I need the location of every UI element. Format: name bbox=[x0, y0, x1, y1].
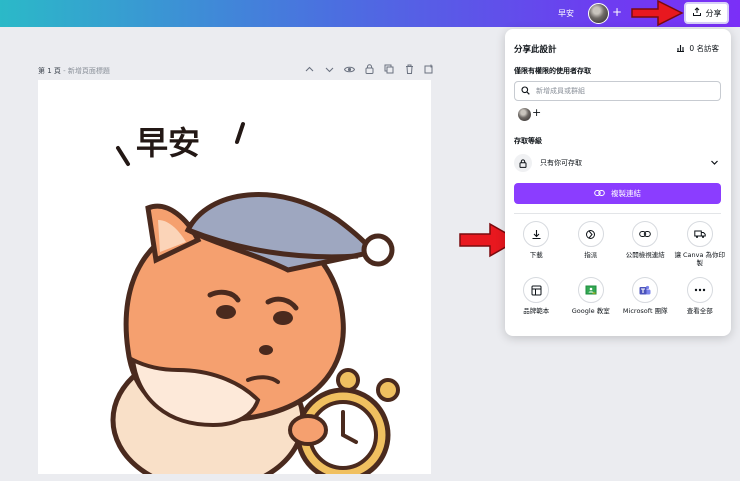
search-input[interactable] bbox=[536, 87, 706, 95]
upload-icon bbox=[692, 7, 702, 19]
page-toolbar bbox=[303, 63, 435, 75]
google-classroom-option[interactable]: Google 教室 bbox=[564, 277, 619, 315]
assign-icon bbox=[577, 221, 604, 247]
add-member-button[interactable]: + bbox=[532, 106, 541, 119]
share-button-label: 分享 bbox=[705, 8, 722, 18]
access-section-label: 存取等級 bbox=[514, 137, 542, 145]
link-icon bbox=[632, 221, 659, 247]
add-collaborator-button[interactable]: + bbox=[612, 5, 622, 19]
assign-option[interactable]: 指派 bbox=[564, 221, 619, 267]
template-icon bbox=[523, 277, 550, 303]
brand-template-option[interactable]: 品牌範本 bbox=[509, 277, 564, 315]
red-arrow-icon bbox=[631, 0, 684, 27]
chevron-down-icon[interactable] bbox=[323, 63, 335, 75]
share-options: 下載 指派 公開檢視連結 讓 Canva 為你印製 品牌範本 Google 教室… bbox=[509, 221, 727, 315]
search-icon bbox=[521, 85, 530, 97]
share-panel-title: 分享此設計 bbox=[514, 45, 557, 55]
chevron-down-icon bbox=[710, 158, 719, 169]
more-icon bbox=[686, 277, 713, 303]
truck-icon bbox=[686, 221, 713, 247]
greeting-text: 早安 bbox=[136, 124, 200, 162]
lock-icon bbox=[514, 154, 532, 172]
google-classroom-icon bbox=[577, 277, 604, 303]
teams-icon bbox=[632, 277, 659, 303]
bar-chart-icon bbox=[676, 43, 685, 54]
duplicate-icon[interactable] bbox=[383, 63, 395, 75]
page-label: 第 1 頁 - 新增頁面標題 bbox=[38, 67, 110, 75]
people-section-label: 僅限有權限的使用者存取 bbox=[514, 67, 591, 75]
print-option[interactable]: 讓 Canva 為你印製 bbox=[673, 221, 728, 267]
eye-icon[interactable] bbox=[343, 63, 355, 75]
design-canvas[interactable]: 早安 bbox=[38, 80, 431, 474]
member-avatar[interactable] bbox=[518, 108, 531, 121]
divider bbox=[514, 213, 721, 214]
public-view-link-option[interactable]: 公開檢視連結 bbox=[618, 221, 673, 267]
access-level-value: 只有你可存取 bbox=[540, 159, 582, 167]
user-avatar[interactable] bbox=[588, 3, 609, 24]
page-title-input[interactable]: 新增頁面標題 bbox=[68, 67, 110, 75]
visitor-count[interactable]: 0 名訪客 bbox=[676, 43, 719, 54]
chevron-up-icon[interactable] bbox=[303, 63, 315, 75]
see-all-option[interactable]: 查看全部 bbox=[673, 277, 728, 315]
lock-icon[interactable] bbox=[363, 63, 375, 75]
microsoft-teams-option[interactable]: Microsoft 團隊 bbox=[618, 277, 673, 315]
search-box[interactable] bbox=[514, 81, 721, 101]
copy-link-button[interactable]: 複製連結 bbox=[514, 183, 721, 204]
share-panel: 分享此設計 0 名訪客 僅限有權限的使用者存取 + 存取等級 只有你可存取 複製… bbox=[505, 29, 731, 336]
download-option[interactable]: 下載 bbox=[509, 221, 564, 267]
page-number: 第 1 頁 bbox=[38, 67, 61, 75]
download-icon bbox=[523, 221, 550, 247]
access-level-dropdown[interactable]: 只有你可存取 bbox=[514, 153, 721, 173]
top-bar: 早安 + 分享 bbox=[0, 0, 740, 27]
trash-icon[interactable] bbox=[403, 63, 415, 75]
add-page-icon[interactable] bbox=[423, 63, 435, 75]
link-icon bbox=[594, 189, 605, 199]
design-title[interactable]: 早安 bbox=[558, 8, 574, 19]
fox-illustration: 早安 bbox=[110, 122, 400, 474]
share-button[interactable]: 分享 bbox=[684, 2, 729, 24]
